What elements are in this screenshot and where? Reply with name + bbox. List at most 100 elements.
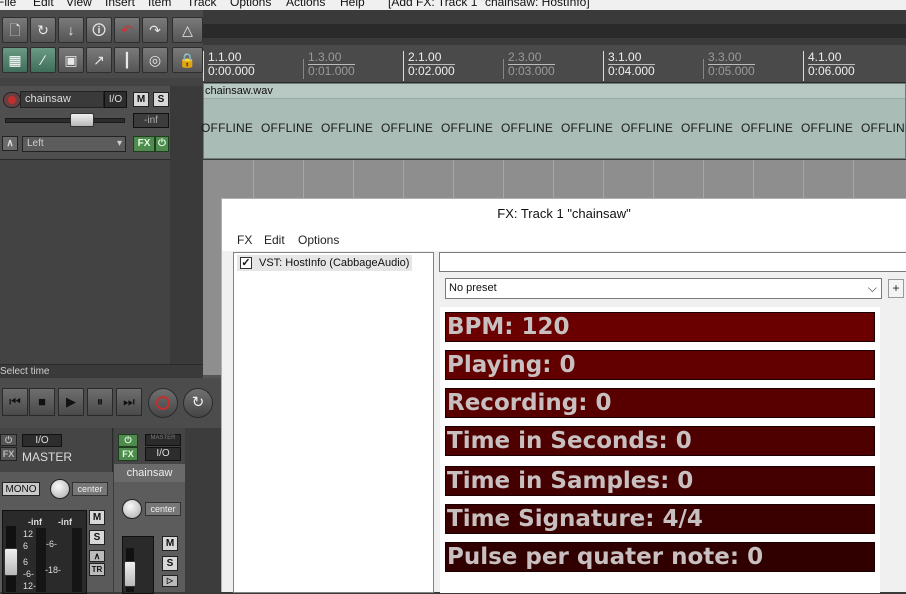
menu-options[interactable]: Options <box>230 0 271 9</box>
grid-line <box>303 160 304 200</box>
status-bar <box>0 364 221 378</box>
master-env-icon[interactable]: ∧ <box>89 550 105 562</box>
new-project-icon[interactable]: 🗋 <box>2 17 28 43</box>
menu-track[interactable]: Track <box>187 0 217 9</box>
master-pan-knob[interactable] <box>50 479 70 499</box>
grid-line <box>503 160 504 200</box>
media-item-name: chainsaw.wav <box>205 85 273 97</box>
project-settings-icon[interactable]: 🛈 <box>86 17 112 43</box>
track-name-field[interactable]: chainsaw <box>20 91 104 108</box>
strip-master-send[interactable]: MASTER <box>145 434 181 446</box>
mixer-panel: ⏻ I/O FX MASTER MONO center -inf -inf 12… <box>0 428 221 594</box>
master-tr-button[interactable]: TR <box>89 563 105 576</box>
strip-io-button[interactable]: I/O <box>145 447 181 461</box>
menu-file[interactable]: File <box>0 0 16 9</box>
ruler-mark: 1.3.00 0:01.000 <box>308 50 355 78</box>
track-panel-right-strip <box>170 86 203 364</box>
scale-label: 6 <box>23 557 29 567</box>
input-monitor-icon[interactable]: ∧ <box>2 136 18 151</box>
repeat-icon[interactable]: ↻ <box>183 388 213 418</box>
envelope-points-icon[interactable]: ↗ <box>86 47 112 73</box>
go-to-start-icon[interactable]: ⏮ <box>2 388 28 416</box>
menu-help[interactable]: Help <box>340 0 365 9</box>
save-project-icon[interactable]: ↓ <box>58 17 84 43</box>
chevron-down-icon: ⌵ <box>867 281 877 295</box>
volume-slider-knob[interactable] <box>70 113 94 127</box>
transport-bar: ⏮ ■ ▶ ⏸ ⏭ ↻ <box>0 378 221 428</box>
stop-icon[interactable]: ■ <box>29 388 55 416</box>
redo-icon[interactable]: ↷ <box>142 17 168 43</box>
master-label: MASTER <box>22 450 73 464</box>
master-fader-knob[interactable] <box>4 548 18 576</box>
preset-select[interactable]: No preset ⌵ <box>445 278 882 299</box>
master-meter-left <box>36 528 46 592</box>
input-select[interactable]: Left ▾ <box>22 136 126 152</box>
master-fx-button[interactable]: FX <box>0 447 17 461</box>
mute-button[interactable]: M <box>133 92 149 107</box>
mono-button[interactable]: MONO <box>2 482 40 496</box>
pause-icon[interactable]: ⏸ <box>87 388 113 416</box>
offline-label: OFFLINE <box>381 121 434 135</box>
solo-button[interactable]: S <box>153 92 169 107</box>
offline-label: OFFLINE <box>561 121 614 135</box>
menu-bar: File Edit View Insert Item Track Options… <box>0 0 906 10</box>
master-power-icon[interactable]: ⏻ <box>0 434 17 446</box>
go-to-end-icon[interactable]: ⏭ <box>116 388 142 416</box>
record-icon[interactable] <box>148 388 178 418</box>
time-in-samples-display: Time in Samples: 0 <box>445 466 875 496</box>
menu-actions[interactable]: Actions <box>286 0 325 9</box>
master-solo-button[interactable]: S <box>89 530 105 545</box>
track-io-button[interactable]: I/O <box>104 91 127 108</box>
metronome-icon[interactable]: △ <box>172 17 203 43</box>
scale-label: 6 <box>23 541 29 551</box>
strip-power-icon[interactable]: ⏻ <box>118 434 138 447</box>
scale-label: 12 <box>23 529 34 539</box>
fx-enable-checkbox[interactable]: ✓ <box>240 257 252 269</box>
ripple-edit-icon[interactable]: ∕ <box>30 47 56 73</box>
snap-icon[interactable]: ┃ <box>114 47 140 73</box>
play-icon[interactable]: ▶ <box>58 388 84 416</box>
media-item[interactable]: chainsaw.wav OFFLINE OFFLINE OFFLINE OFF… <box>201 83 906 159</box>
master-io-button[interactable]: I/O <box>22 434 62 447</box>
menu-view[interactable]: View <box>66 0 92 9</box>
crossfade-icon[interactable]: ◎ <box>142 47 168 73</box>
grid-toggle-icon[interactable]: ▦ <box>2 47 28 73</box>
volume-slider-track[interactable] <box>5 118 125 123</box>
offline-label: OFFLINE <box>681 121 734 135</box>
lock-icon[interactable]: 🔒 <box>172 47 203 73</box>
fx-chain-entry[interactable]: ✓ VST: HostInfo (CabbageAudio) <box>237 255 412 271</box>
fx-window: FX: Track 1 "chainsaw" FX Edit Options ✓… <box>221 198 906 593</box>
strip-pan-knob[interactable] <box>122 499 142 519</box>
preset-add-button[interactable]: + <box>888 279 904 298</box>
master-mute-button[interactable]: M <box>89 510 105 525</box>
fx-menu-edit[interactable]: Edit <box>264 233 285 247</box>
track-mixer-strip: ⏻ FX MASTER I/O chainsaw center M S ▷ <box>114 428 185 594</box>
menu-insert[interactable]: Insert <box>105 0 135 9</box>
track-fx-button[interactable]: FX <box>133 136 155 152</box>
timeline-ruler[interactable]: 1.1.00 0:00.000 1.3.00 0:01.000 2.1.00 0:02… <box>203 45 906 83</box>
open-project-icon[interactable]: ↻ <box>30 17 56 43</box>
strip-fader-knob[interactable] <box>124 561 136 587</box>
hostinfo-plugin-ui: BPM: 120 Playing: 0 Recording: 0 Time in… <box>440 307 880 593</box>
strip-play-icon[interactable]: ▷ <box>162 575 178 587</box>
recording-display: Recording: 0 <box>445 388 875 418</box>
strip-solo-button[interactable]: S <box>162 556 178 571</box>
item-grouping-icon[interactable]: ▣ <box>58 47 84 73</box>
strip-fx-button[interactable]: FX <box>118 447 138 461</box>
undo-icon[interactable]: ↶ <box>114 17 140 43</box>
menu-edit[interactable]: Edit <box>33 0 54 9</box>
fx-bypass-power-icon[interactable]: ⏻ <box>155 136 169 152</box>
fx-menu-options[interactable]: Options <box>298 233 339 247</box>
fx-chain-list[interactable]: ✓ VST: HostInfo (CabbageAudio) <box>233 252 434 593</box>
strip-mute-button[interactable]: M <box>162 536 178 551</box>
offline-label: OFFLINE <box>441 121 494 135</box>
offline-label: OFFLINE <box>741 121 794 135</box>
fx-menu-fx[interactable]: FX <box>237 233 252 247</box>
menu-item[interactable]: Item <box>148 0 171 9</box>
record-arm-button[interactable] <box>3 92 21 108</box>
scale-label: -6- <box>23 569 34 579</box>
master-meter-right-readout: -inf <box>58 517 72 527</box>
offline-label: OFFLINE <box>861 121 906 135</box>
fx-param-field[interactable] <box>439 252 906 272</box>
fx-plugin-panel: No preset ⌵ + BPM: 120 Playing: 0 Record… <box>439 252 906 593</box>
